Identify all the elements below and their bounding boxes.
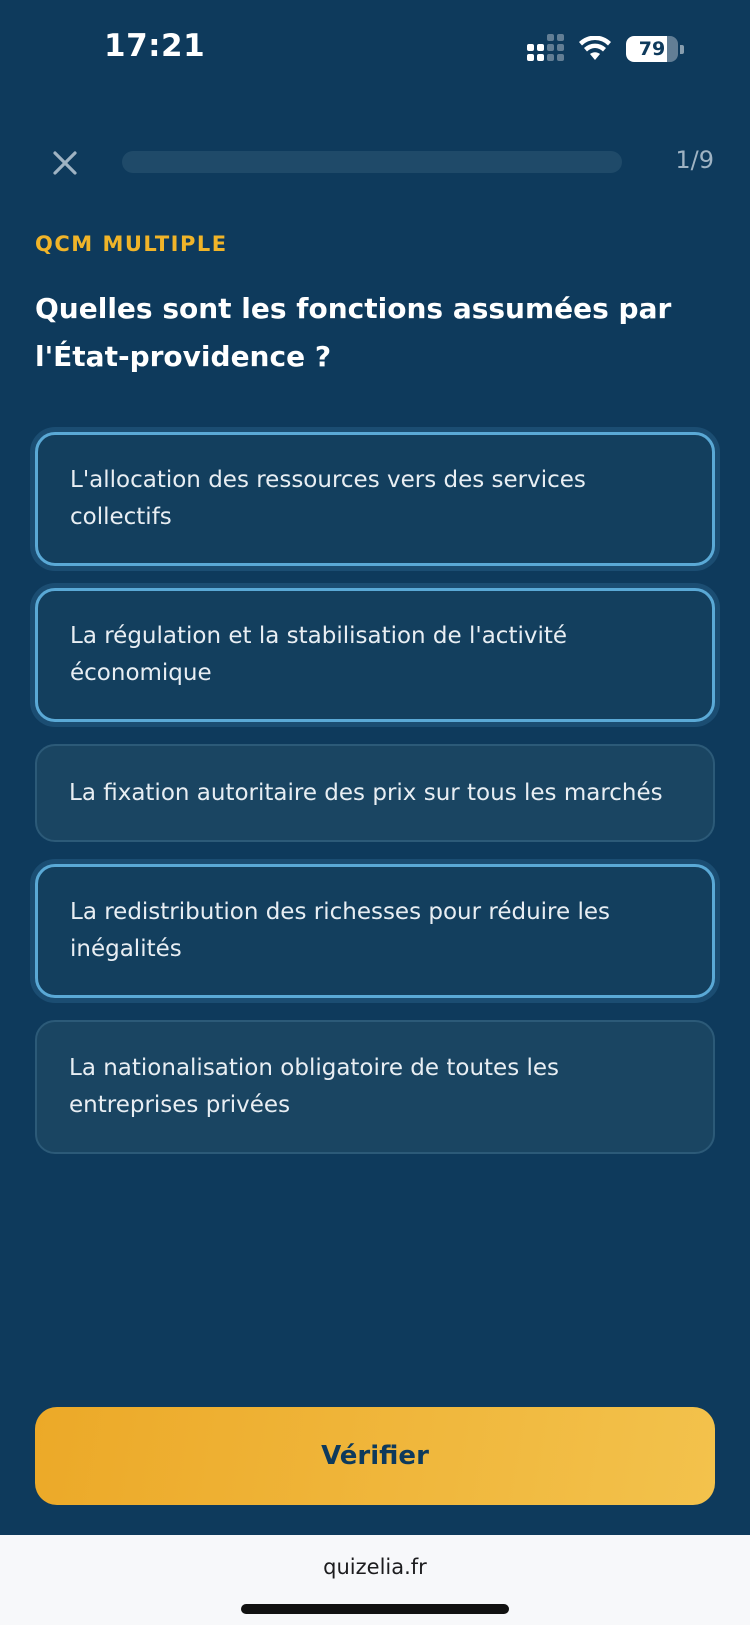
status-time: 17:21 <box>104 28 206 64</box>
verify-button[interactable]: Vérifier <box>35 1407 715 1505</box>
answer-option[interactable]: La fixation autoritaire des prix sur tou… <box>35 744 715 842</box>
answer-option[interactable]: La nationalisation obligatoire de toutes… <box>35 1020 715 1154</box>
answer-option-label: La fixation autoritaire des prix sur tou… <box>69 779 663 806</box>
question-type: QCM MULTIPLE <box>35 232 228 256</box>
home-indicator[interactable] <box>241 1604 509 1614</box>
progress-bar <box>122 151 622 173</box>
answer-option[interactable]: La redistribution des richesses pour réd… <box>35 864 715 998</box>
answer-option[interactable]: L'allocation des ressources vers des ser… <box>35 432 715 566</box>
url-label[interactable]: quizelia.fr <box>0 1555 750 1579</box>
answer-option-label: La régulation et la stabilisation de l'a… <box>70 623 568 686</box>
browser-bar: quizelia.fr <box>0 1535 750 1625</box>
answer-option-label: L'allocation des ressources vers des ser… <box>70 467 586 530</box>
close-icon[interactable] <box>48 146 82 180</box>
status-bar: 17:21 79 <box>0 0 750 100</box>
question-text: Quelles sont les fonctions assumées par … <box>35 292 672 373</box>
battery-icon: 79 <box>626 36 684 62</box>
battery-level: 79 <box>638 38 666 60</box>
answer-options: L'allocation des ressources vers des ser… <box>35 432 715 1176</box>
signal-icon <box>527 34 564 61</box>
wifi-icon <box>579 36 611 60</box>
quiz-header: 1/9 <box>0 140 750 184</box>
answer-option-label: La redistribution des richesses pour réd… <box>70 899 610 962</box>
answer-option-label: La nationalisation obligatoire de toutes… <box>69 1055 560 1118</box>
progress-label: 1/9 <box>675 146 714 174</box>
answer-option[interactable]: La régulation et la stabilisation de l'a… <box>35 588 715 722</box>
status-icons: 79 <box>527 34 684 62</box>
